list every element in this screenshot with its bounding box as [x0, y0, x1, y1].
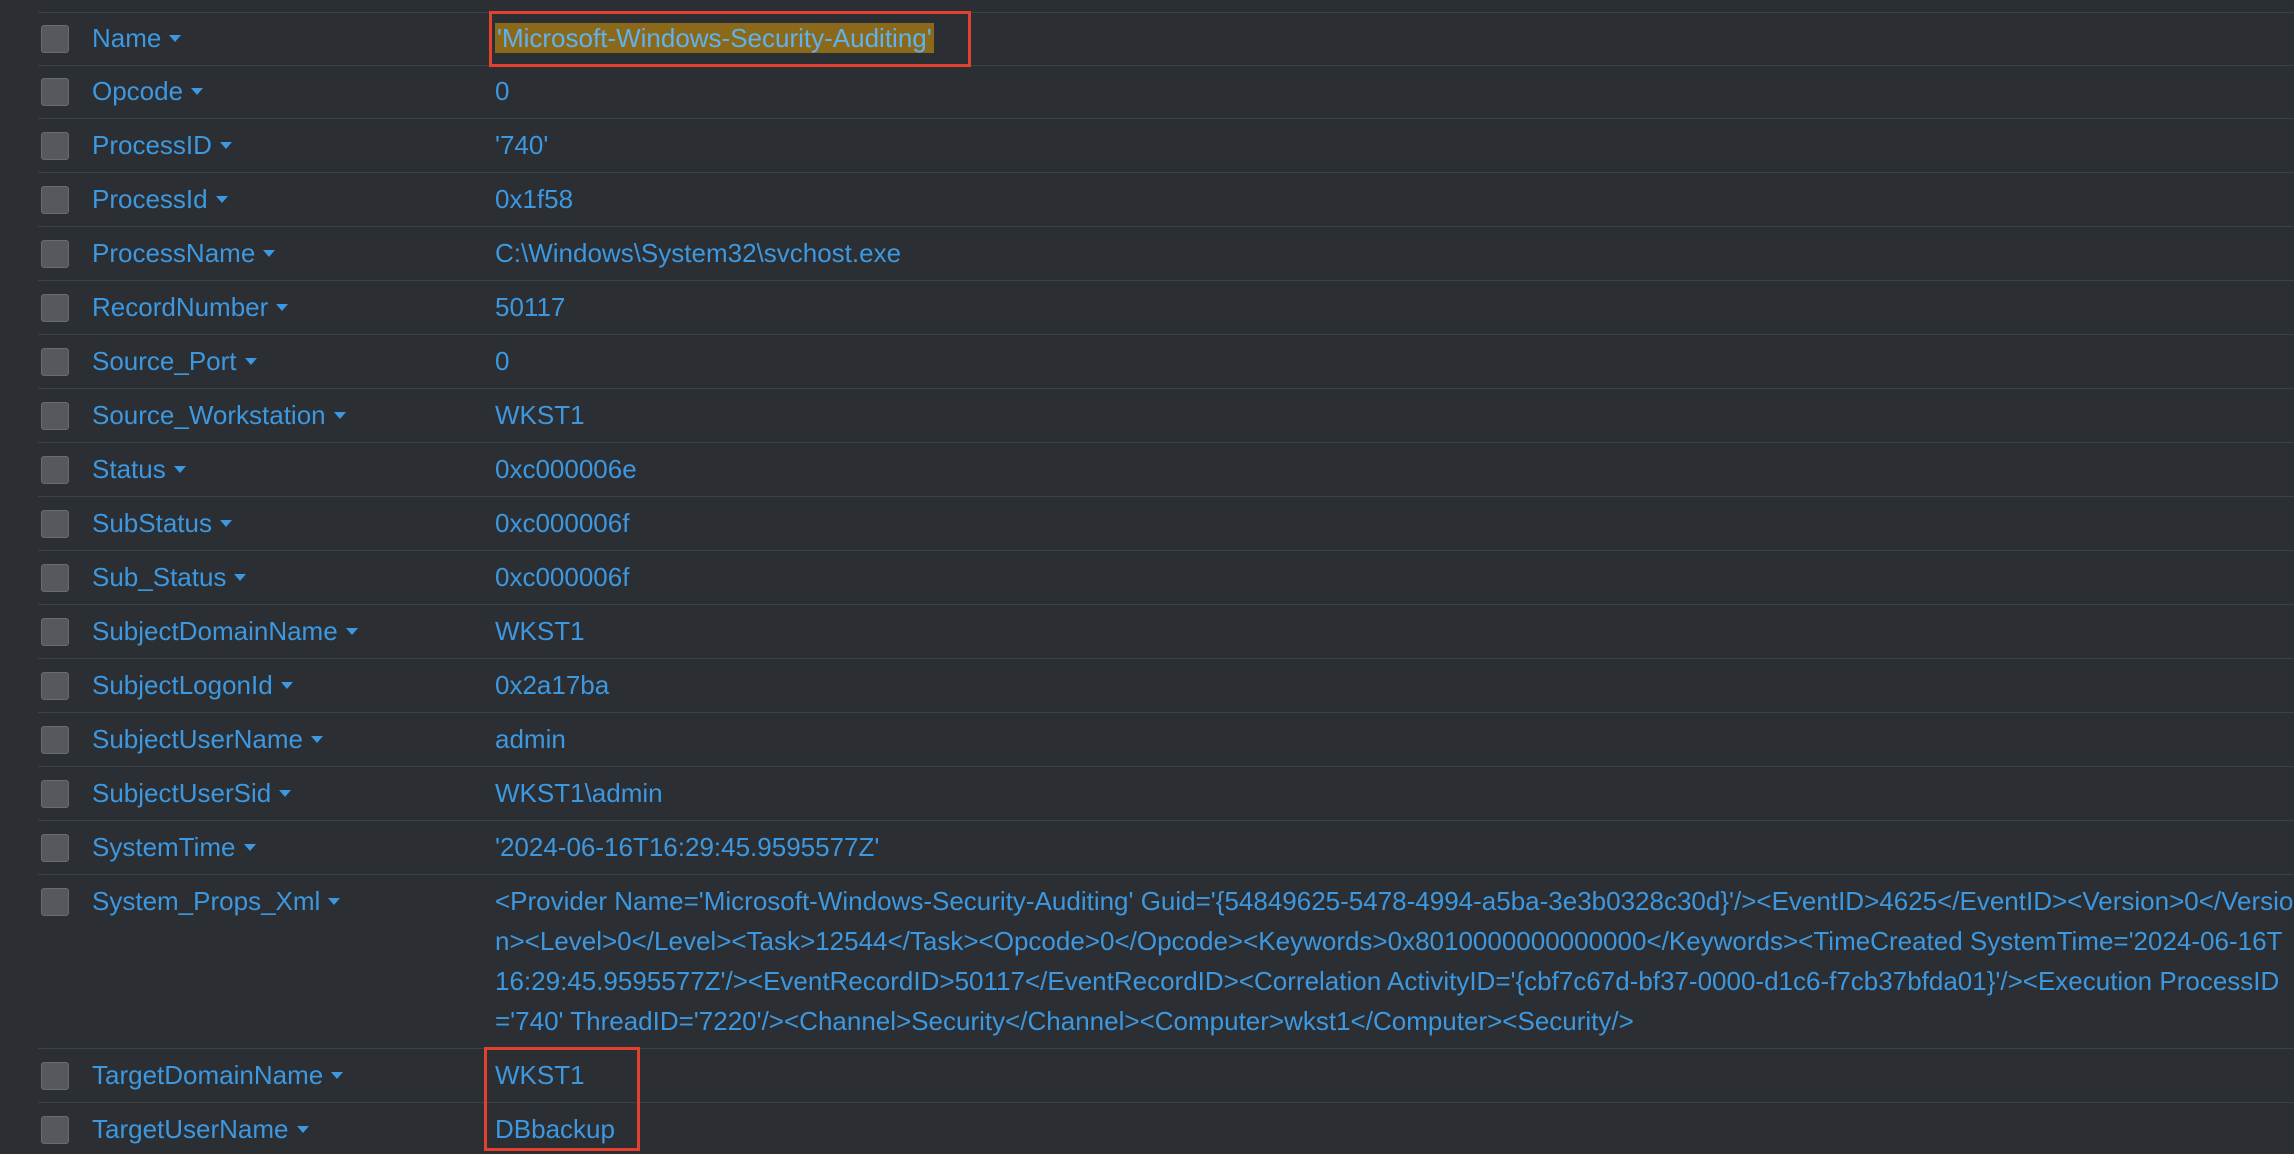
field-name-link[interactable]: TargetDomainName [92, 1055, 344, 1095]
field-row-recordnumber: RecordNumber 50117 [38, 282, 2294, 335]
field-name-link[interactable]: ProcessID [92, 125, 232, 165]
field-name-link[interactable]: SubjectLogonId [92, 665, 293, 705]
field-row-source-workstation: Source_Workstation WKST1 [38, 390, 2294, 443]
caret-down-icon[interactable] [333, 412, 346, 419]
field-value-link[interactable]: 50117 [495, 287, 565, 327]
checkbox-icon[interactable] [41, 132, 69, 160]
field-row-name: Name 'Microsoft-Windows-Security-Auditin… [38, 13, 2294, 66]
caret-down-icon[interactable] [345, 628, 358, 635]
caret-down-icon[interactable] [296, 1126, 309, 1133]
field-row-source-port: Source_Port 0 [38, 336, 2294, 389]
caret-down-icon[interactable] [191, 88, 204, 95]
field-row-system-props-xml: System_Props_Xml <Provider Name='Microso… [38, 876, 2294, 1049]
field-name-link[interactable]: Name [92, 18, 182, 58]
caret-down-icon[interactable] [243, 844, 256, 851]
caret-down-icon[interactable] [219, 520, 232, 527]
field-row-opcode: Opcode 0 [38, 66, 2294, 119]
field-name-link[interactable]: Status [92, 449, 186, 489]
field-row-sub-status: Sub_Status 0xc000006f [38, 552, 2294, 605]
checkbox-icon[interactable] [41, 240, 69, 268]
field-name-link[interactable]: SubjectDomainName [92, 611, 358, 651]
caret-down-icon[interactable] [328, 898, 341, 905]
field-value-link[interactable]: DBbackup [495, 1109, 615, 1149]
field-value-link[interactable]: WKST1 [495, 1055, 585, 1095]
field-name-link[interactable]: Opcode [92, 71, 204, 111]
caret-down-icon[interactable] [276, 304, 289, 311]
field-row-processname: ProcessName C:\Windows\System32\svchost.… [38, 228, 2294, 281]
field-value-link[interactable]: 0 [495, 71, 509, 111]
field-value-link[interactable]: WKST1 [495, 611, 585, 651]
field-name-link[interactable]: Source_Port [92, 341, 257, 381]
field-name-link[interactable]: System_Props_Xml [92, 881, 341, 921]
checkbox-icon[interactable] [41, 510, 69, 538]
checkbox-icon[interactable] [41, 456, 69, 484]
field-value-link[interactable]: 0xc000006e [495, 449, 637, 489]
caret-down-icon[interactable] [280, 682, 293, 689]
field-value-link[interactable]: WKST1 [495, 395, 585, 435]
field-value-link[interactable]: '740' [495, 125, 548, 165]
caret-down-icon[interactable] [310, 736, 323, 743]
caret-down-icon[interactable] [244, 358, 257, 365]
caret-down-icon[interactable] [173, 466, 186, 473]
caret-down-icon[interactable] [279, 790, 292, 797]
field-name-link[interactable]: SubStatus [92, 503, 232, 543]
field-row-status: Status 0xc000006e [38, 444, 2294, 497]
field-row-systemtime: SystemTime '2024-06-16T16:29:45.9595577Z… [38, 822, 2294, 875]
field-name-link[interactable]: ProcessId [92, 179, 228, 219]
checkbox-icon[interactable] [41, 78, 69, 106]
checkbox-icon[interactable] [41, 834, 69, 862]
field-name-link[interactable]: SystemTime [92, 827, 256, 867]
field-row-targetusername: TargetUserName DBbackup [38, 1104, 2294, 1154]
field-row-processid: ProcessID '740' [38, 120, 2294, 173]
field-value-link[interactable]: 0xc000006f [495, 503, 629, 543]
checkbox-icon[interactable] [41, 1062, 69, 1090]
field-row-targetdomainname: TargetDomainName WKST1 [38, 1050, 2294, 1103]
field-row-processid-hex: ProcessId 0x1f58 [38, 174, 2294, 227]
field-name-link[interactable]: RecordNumber [92, 287, 289, 327]
checkbox-icon[interactable] [41, 1116, 69, 1144]
field-name-link[interactable]: Sub_Status [92, 557, 247, 597]
caret-down-icon[interactable] [263, 250, 276, 257]
field-name-link[interactable]: SubjectUserName [92, 719, 323, 759]
checkbox-icon[interactable] [41, 348, 69, 376]
field-value-link[interactable]: '2024-06-16T16:29:45.9595577Z' [495, 827, 879, 867]
checkbox-icon[interactable] [41, 186, 69, 214]
checkbox-icon[interactable] [41, 618, 69, 646]
checkbox-icon[interactable] [41, 780, 69, 808]
caret-down-icon[interactable] [215, 196, 228, 203]
field-value-link[interactable]: WKST1\admin [495, 773, 663, 813]
checkbox-icon[interactable] [41, 888, 69, 916]
checkbox-icon[interactable] [41, 726, 69, 754]
checkbox-icon[interactable] [41, 294, 69, 322]
field-value-xml[interactable]: <Provider Name='Microsoft-Windows-Securi… [495, 881, 2294, 1041]
caret-down-icon[interactable] [234, 574, 247, 581]
field-name-link[interactable]: ProcessName [92, 233, 276, 273]
field-value-link[interactable]: 0x2a17ba [495, 665, 609, 705]
field-value-link[interactable]: 'Microsoft-Windows-Security-Auditing' [495, 18, 934, 58]
field-row-subjectusername: SubjectUserName admin [38, 714, 2294, 767]
field-row-subjectdomainname: SubjectDomainName WKST1 [38, 606, 2294, 659]
field-name-link[interactable]: SubjectUserSid [92, 773, 292, 813]
checkbox-icon[interactable] [41, 402, 69, 430]
field-value-link[interactable]: admin [495, 719, 566, 759]
field-row-subjectusersid: SubjectUserSid WKST1\admin [38, 768, 2294, 821]
field-value-link[interactable]: 0xc000006f [495, 557, 629, 597]
field-row-substatus: SubStatus 0xc000006f [38, 498, 2294, 551]
field-name-link[interactable]: TargetUserName [92, 1109, 309, 1149]
field-name-link[interactable]: Source_Workstation [92, 395, 346, 435]
checkbox-icon[interactable] [41, 672, 69, 700]
field-value-link[interactable]: C:\Windows\System32\svchost.exe [495, 233, 901, 273]
checkbox-icon[interactable] [41, 564, 69, 592]
caret-down-icon[interactable] [219, 142, 232, 149]
field-row-subjectlogonid: SubjectLogonId 0x2a17ba [38, 660, 2294, 713]
highlighted-search-term[interactable]: 'Microsoft-Windows-Security-Auditing' [495, 23, 934, 53]
checkbox-icon[interactable] [41, 25, 69, 53]
field-value-link[interactable]: 0 [495, 341, 509, 381]
caret-down-icon[interactable] [169, 35, 182, 42]
event-fields-panel: Name 'Microsoft-Windows-Security-Auditin… [0, 0, 2294, 1154]
caret-down-icon[interactable] [331, 1072, 344, 1079]
field-value-link[interactable]: 0x1f58 [495, 179, 573, 219]
